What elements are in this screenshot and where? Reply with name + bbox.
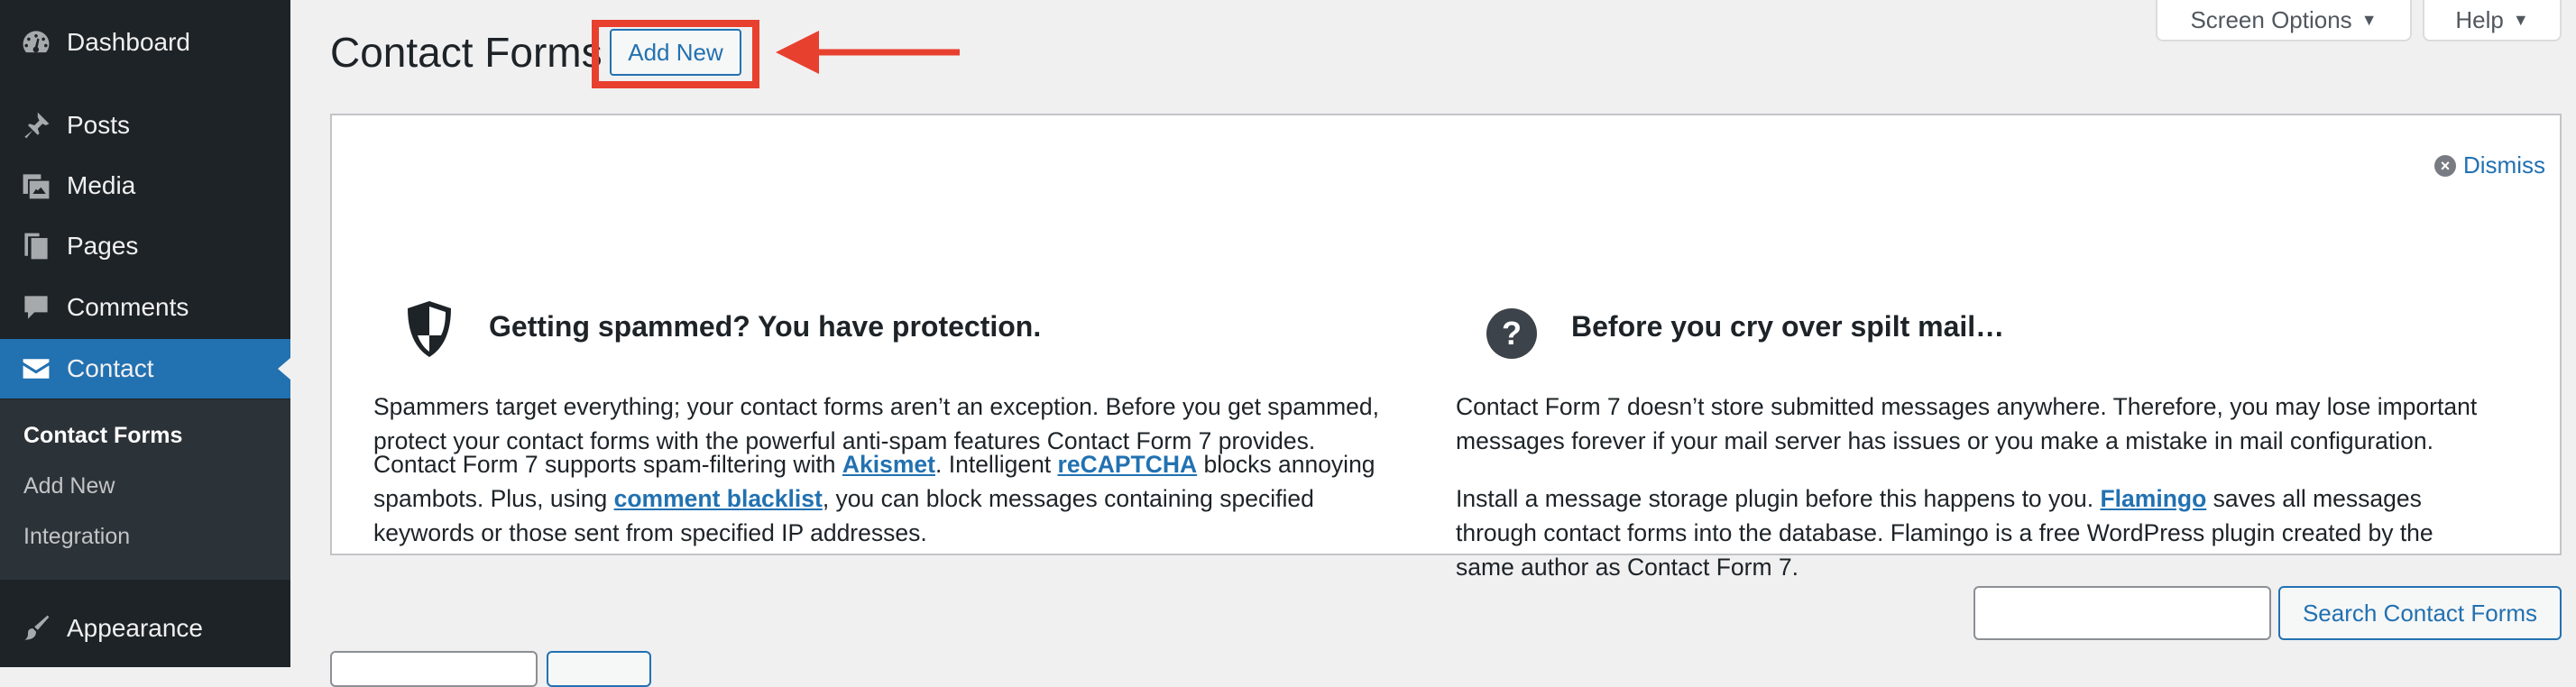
- sidebar-item-posts[interactable]: Posts: [0, 96, 290, 155]
- help-label: Help: [2455, 5, 2504, 33]
- mail-icon: [18, 351, 54, 387]
- brush-icon: [18, 610, 54, 646]
- sidebar-item-pages[interactable]: Pages: [0, 216, 290, 276]
- comment-blacklist-link[interactable]: comment blacklist: [614, 485, 823, 512]
- submenu-item-contact-forms[interactable]: Contact Forms: [23, 423, 182, 449]
- akismet-link[interactable]: Akismet: [842, 451, 935, 478]
- sidebar-item-media[interactable]: Media: [0, 156, 290, 215]
- media-icon: [18, 168, 54, 204]
- annotation-arrow-icon: [776, 31, 960, 74]
- sidebar-item-label: Pages: [67, 232, 139, 260]
- admin-sidebar: Dashboard Posts Media Pages Comments Con…: [0, 0, 290, 667]
- sidebar-item-label: Posts: [67, 111, 131, 139]
- screen-options-label: Screen Options: [2190, 5, 2352, 33]
- question-icon: ?: [1486, 308, 1537, 359]
- welcome-spam-text-2: Contact Form 7 supports spam-filtering w…: [373, 447, 1402, 550]
- sidebar-item-label: Media: [67, 171, 136, 199]
- contact-submenu: Contact Forms Add New Integration: [0, 399, 290, 580]
- sidebar-item-label: Contact: [67, 354, 154, 382]
- add-new-button[interactable]: Add New: [610, 29, 741, 76]
- submenu-item-integration[interactable]: Integration: [23, 524, 130, 550]
- welcome-mail-title: Before you cry over spilt mail…: [1571, 310, 2005, 343]
- dismiss-link[interactable]: × Dismiss: [2434, 151, 2545, 179]
- welcome-mail-text-2: Install a message storage plugin before …: [1456, 481, 2484, 584]
- sidebar-item-dashboard[interactable]: Dashboard: [0, 13, 290, 72]
- comment-icon: [18, 289, 54, 325]
- help-button[interactable]: Help ▼: [2423, 0, 2562, 41]
- pages-icon: [18, 228, 54, 264]
- flamingo-link[interactable]: Flamingo: [2100, 485, 2206, 512]
- search-input[interactable]: [1973, 586, 2271, 640]
- apply-button[interactable]: [547, 651, 651, 687]
- svg-text:?: ?: [1502, 315, 1522, 352]
- dismiss-label: Dismiss: [2463, 151, 2545, 179]
- recaptcha-link[interactable]: reCAPTCHA: [1058, 451, 1198, 478]
- screen-options-button[interactable]: Screen Options ▼: [2156, 0, 2412, 41]
- sidebar-item-label: Dashboard: [67, 28, 190, 56]
- caret-down-icon: ▼: [2360, 10, 2378, 29]
- welcome-panel: × Dismiss Getting spammed? You have prot…: [330, 114, 2562, 581]
- shield-icon: [408, 301, 451, 357]
- search-contact-forms-button[interactable]: Search Contact Forms: [2278, 586, 2562, 640]
- text-segment: Contact Form 7 supports spam-filtering w…: [373, 451, 842, 478]
- close-icon: ×: [2434, 154, 2456, 177]
- welcome-mail-text-1: Contact Form 7 doesn’t store submitted m…: [1456, 393, 2478, 454]
- welcome-spam-title: Getting spammed? You have protection.: [489, 310, 1042, 343]
- text-segment: . Intelligent: [935, 451, 1058, 478]
- caret-down-icon: ▼: [2512, 10, 2529, 29]
- page-title: Contact Forms: [330, 29, 603, 76]
- sidebar-item-label: Appearance: [67, 614, 204, 642]
- sidebar-item-label: Comments: [67, 293, 189, 321]
- bulk-actions-select[interactable]: [330, 651, 538, 687]
- sidebar-item-contact[interactable]: Contact: [0, 339, 290, 398]
- text-segment: Install a message storage plugin before …: [1456, 485, 2101, 512]
- sidebar-item-appearance[interactable]: Appearance: [0, 599, 290, 658]
- dashboard-icon: [18, 24, 54, 60]
- submenu-item-add-new[interactable]: Add New: [23, 473, 115, 499]
- pin-icon: [18, 107, 54, 143]
- sidebar-item-comments[interactable]: Comments: [0, 278, 290, 337]
